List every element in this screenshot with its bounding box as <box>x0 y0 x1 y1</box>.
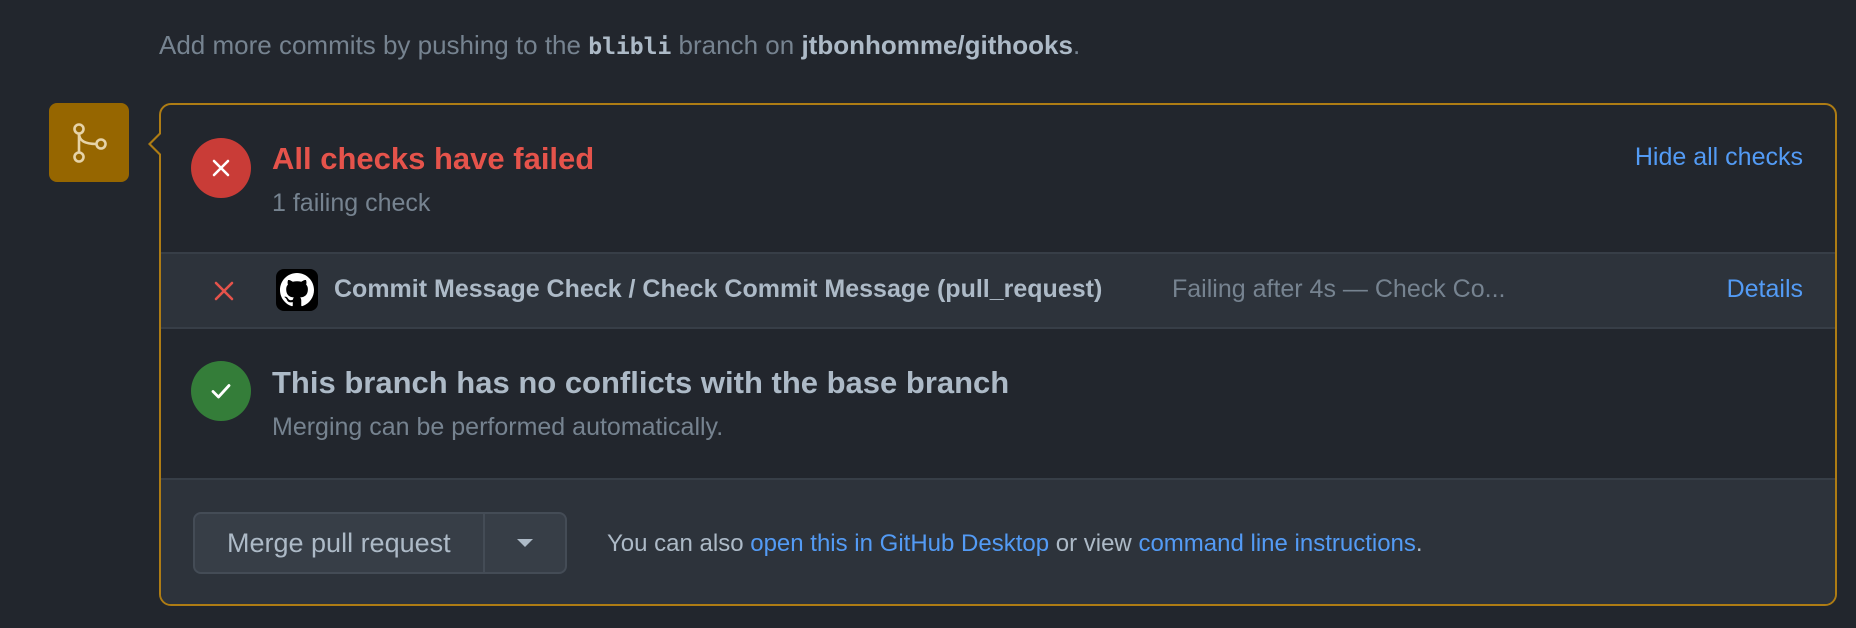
merge-status-panel: Add more commits by pushing to the blibl… <box>0 0 1856 628</box>
github-logo-icon <box>276 269 318 311</box>
merge-button-group: Merge pull request <box>193 512 567 574</box>
conflicts-subtitle: Merging can be performed automatically. <box>272 413 724 441</box>
push-hint-prefix: Add more commits by pushing to the <box>159 30 581 60</box>
x-icon <box>211 278 237 309</box>
check-name: Commit Message Check / Check Commit Mess… <box>334 275 1103 303</box>
triangle-down-icon <box>516 539 533 547</box>
repo-name: jtbonhomme/githooks <box>801 30 1073 60</box>
push-hint-middle: branch on <box>678 30 795 60</box>
x-circle-icon <box>191 138 251 198</box>
merge-note-prefix: You can also <box>607 530 744 557</box>
check-details-link[interactable]: Details <box>1727 275 1803 304</box>
box-pointer <box>148 131 162 157</box>
merge-pull-request-button[interactable]: Merge pull request <box>195 514 483 572</box>
merge-note-suffix: . <box>1415 530 1423 557</box>
push-hint-suffix: . <box>1072 30 1081 60</box>
merge-note-middle: or view <box>1055 530 1132 557</box>
merge-options-dropdown[interactable] <box>482 514 565 572</box>
hide-all-checks-link[interactable]: Hide all checks <box>1635 143 1803 172</box>
merge-alternatives-note: You can also open this in GitHub Desktop… <box>607 530 1423 558</box>
merge-section: Merge pull request You can also open thi… <box>161 478 1835 604</box>
checks-section: All checks have failed 1 failing check H… <box>161 105 1835 254</box>
conflicts-title: This branch has no conflicts with the ba… <box>272 365 1010 400</box>
merge-box: All checks have failed 1 failing check H… <box>148 103 1837 606</box>
open-in-github-desktop-link[interactable]: open this in GitHub Desktop <box>750 530 1049 557</box>
checks-subtitle: 1 failing check <box>272 189 431 217</box>
check-row: Commit Message Check / Check Commit Mess… <box>161 254 1835 329</box>
checks-title: All checks have failed <box>272 141 595 176</box>
git-merge-icon <box>49 103 129 182</box>
command-line-instructions-link[interactable]: command line instructions <box>1138 530 1415 557</box>
push-hint: Add more commits by pushing to the blibl… <box>159 30 1080 61</box>
branch-name: blibli <box>588 34 672 60</box>
check-status-text: Failing after 4s — Check Co... <box>1172 275 1506 303</box>
check-circle-icon <box>191 361 251 421</box>
